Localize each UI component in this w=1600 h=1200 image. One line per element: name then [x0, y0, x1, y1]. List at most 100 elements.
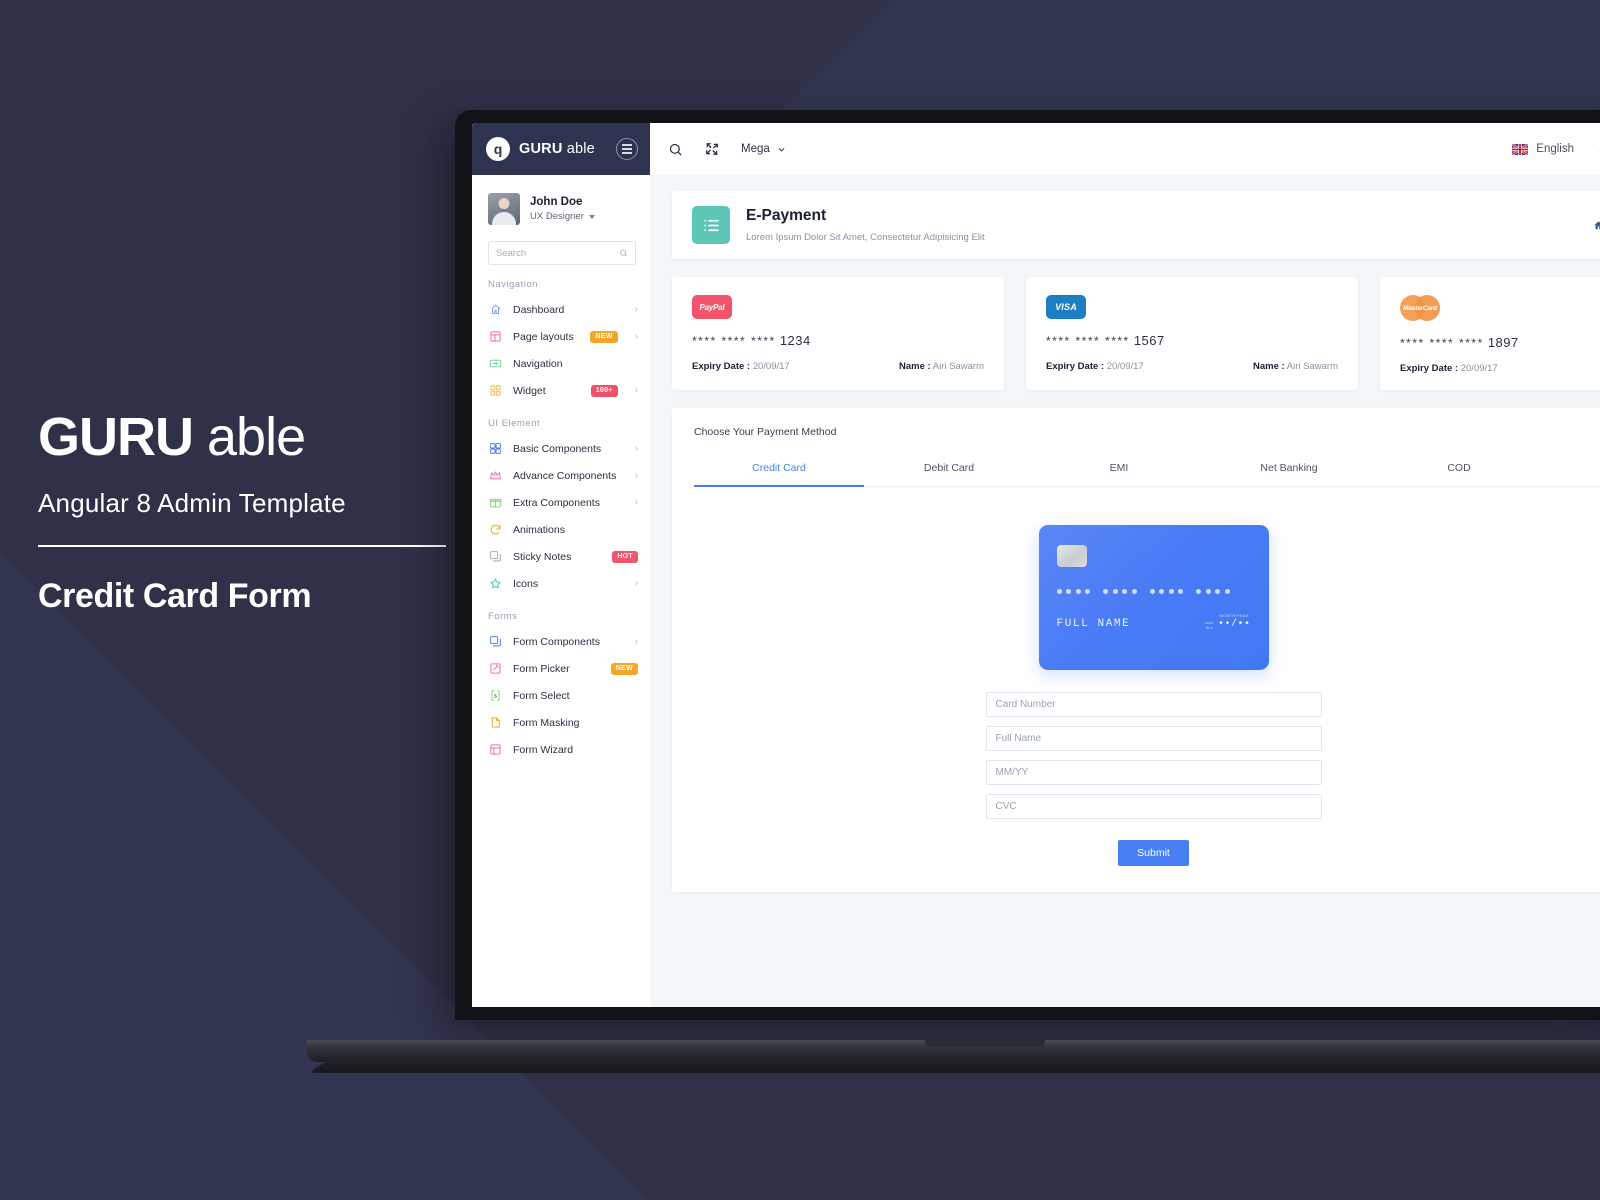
star-icon: [490, 578, 501, 589]
nav-section-caption: Forms: [488, 611, 518, 622]
sidebar-item-form-picker[interactable]: Form Picker NEW: [472, 655, 650, 682]
full-name-input[interactable]: [985, 726, 1322, 751]
sidebar-item-label: Dashboard: [513, 303, 565, 316]
promo-brand-light: able: [207, 407, 306, 467]
tab-emi[interactable]: EMI: [1034, 462, 1204, 487]
card-number-dots: [1056, 589, 1251, 594]
saved-card-number: **** **** **** 1234: [692, 333, 811, 348]
sidebar-item-dashboard[interactable]: Dashboard ›: [472, 296, 650, 323]
fullscreen-icon[interactable]: [705, 142, 719, 156]
expiry-input[interactable]: [985, 760, 1322, 785]
saved-card-number: **** **** **** 1897: [1400, 335, 1519, 350]
sidebar-item-form-wizard[interactable]: Form Wizard: [472, 736, 650, 763]
tab-cod[interactable]: COD: [1374, 462, 1544, 487]
chevron-right-icon: ›: [634, 470, 638, 481]
sidebar-item-basic-components[interactable]: Basic Components ›: [472, 435, 650, 462]
sidebar-item-label: Form Components: [513, 635, 600, 648]
avatar: [488, 193, 520, 225]
laptop-mockup: q GURU able John Doe UX Designer Search …: [307, 110, 1600, 1062]
laptop-notch: [925, 1040, 1045, 1047]
tab-debit-card[interactable]: Debit Card: [864, 462, 1034, 487]
saved-card[interactable]: MasterCard **** **** **** 1897 Expiry Date…: [1380, 277, 1600, 390]
promo-brand-bold: GURU: [38, 407, 194, 467]
saved-card-expiry: Expiry Date : 20/09/17: [1400, 363, 1498, 374]
sidebar-item-widget[interactable]: Widget 100+ ›: [472, 377, 650, 404]
laptop-screen-bezel: q GURU able John Doe UX Designer Search …: [455, 110, 1600, 1020]
sidebar-item-animations[interactable]: Animations: [472, 516, 650, 543]
breadcrumb[interactable]: /: [1593, 220, 1600, 231]
app-screen: q GURU able John Doe UX Designer Search …: [472, 123, 1600, 1007]
sidebar-search-input[interactable]: [496, 247, 614, 259]
sidebar-item-label: Form Masking: [513, 716, 580, 729]
svg-text:s: s: [494, 694, 497, 700]
widget-icon: [490, 385, 501, 396]
mega-menu[interactable]: Mega: [741, 143, 786, 155]
card-expiry-block: valid thru MONTH/YEAR ••/••: [1205, 614, 1251, 630]
nav-section-caption: UI Element: [488, 418, 540, 429]
sidebar-item-label: Basic Components: [513, 442, 602, 455]
card-number-input[interactable]: [985, 692, 1322, 717]
sidebar-item-badge: NEW: [610, 662, 638, 675]
sidebar-item-badge: 100+: [590, 384, 618, 397]
sidebar-item-label: Icons: [513, 577, 539, 590]
tab-credit-card[interactable]: Credit Card: [694, 462, 864, 487]
search-icon[interactable]: [668, 142, 683, 157]
chevron-right-icon: ›: [634, 443, 638, 454]
saved-card[interactable]: VISA **** **** **** 1567 Expiry Date : 20/…: [1026, 277, 1358, 390]
saved-card-name: Name : Airi Sawarm: [1252, 361, 1338, 372]
sidebar-item-page-layouts[interactable]: Page layouts NEW ›: [472, 323, 650, 350]
mask-icon: [491, 717, 500, 728]
cvc-input[interactable]: [985, 794, 1322, 819]
sidebar-item-form-select[interactable]: s Form Select: [472, 682, 650, 709]
sidebar-item-label: Form Picker: [513, 662, 570, 675]
sidebar-brand[interactable]: q GURU able: [472, 123, 650, 175]
chevron-right-icon: ›: [634, 636, 638, 647]
sidebar-item-label: Advance Components: [513, 469, 617, 482]
sidebar-item-label: Form Wizard: [513, 743, 574, 756]
sidebar-item-advance-components[interactable]: Advance Components ›: [472, 462, 650, 489]
sidebar-item-icons[interactable]: Icons ›: [472, 570, 650, 597]
tab-net-banking[interactable]: Net Banking: [1204, 462, 1374, 487]
home-icon[interactable]: [1593, 220, 1600, 231]
menu-toggle-icon[interactable]: [616, 138, 638, 160]
sidebar-item-navigation[interactable]: Navigation: [472, 350, 650, 377]
nav-section-caption: Navigation: [488, 279, 538, 290]
visa-logo-icon: VISA: [1046, 295, 1086, 319]
sidebar-item-form-masking[interactable]: Form Masking: [472, 709, 650, 736]
saved-card[interactable]: PayPal **** **** **** 1234 Expiry Date : 2…: [672, 277, 1004, 390]
edit-icon: [490, 663, 501, 674]
sidebar-item-label: Navigation: [513, 357, 563, 370]
promo-subtitle: Angular 8 Admin Template: [38, 488, 346, 518]
uk-flag-icon: [1512, 143, 1529, 155]
promo-divider: [38, 545, 446, 547]
sidebar-item-label: Sticky Notes: [513, 550, 572, 563]
promo-page-name: Credit Card Form: [38, 577, 312, 615]
promo-panel: GURU able Angular 8 Admin Template Credi…: [38, 410, 458, 616]
grid-icon: [490, 443, 501, 454]
user-profile[interactable]: John Doe UX Designer: [472, 175, 650, 237]
page-content: E-Payment Lorem Ipsum Dolor Sit Amet, Co…: [650, 175, 1600, 1007]
sidebar-item-form-components[interactable]: Form Components ›: [472, 628, 650, 655]
sidebar-item-extra-components[interactable]: Extra Components ›: [472, 489, 650, 516]
paypal-logo-icon: PayPal: [692, 295, 732, 319]
sidebar-item-label: Page layouts: [513, 330, 574, 343]
mega-menu-label: Mega: [741, 143, 770, 155]
card-holder-name: FULL NAME: [1056, 618, 1131, 630]
chevron-down-icon: [778, 147, 785, 152]
submit-button[interactable]: Submit: [1118, 840, 1189, 866]
chevron-down-icon[interactable]: [588, 214, 595, 219]
search-box[interactable]: [488, 241, 636, 265]
select-icon: s: [491, 690, 500, 701]
brand-text: GURU able: [519, 141, 595, 157]
extra-icon: [489, 498, 502, 508]
sidebar-item-label: Animations: [513, 523, 565, 536]
chevron-right-icon: ›: [634, 578, 638, 589]
card-valid-thru-label: valid thru: [1204, 621, 1213, 630]
chevron-right-icon: ›: [634, 497, 638, 508]
card-expiry-value: ••/••: [1217, 619, 1251, 630]
language-selector[interactable]: English: [1512, 143, 1574, 155]
nav-icon: [489, 359, 502, 368]
logo-icon: q: [486, 137, 510, 161]
sidebar-item-sticky-notes[interactable]: Sticky Notes HOT: [472, 543, 650, 570]
page-subtitle: Lorem Ipsum Dolor Sit Amet, Consectetur …: [746, 232, 985, 243]
